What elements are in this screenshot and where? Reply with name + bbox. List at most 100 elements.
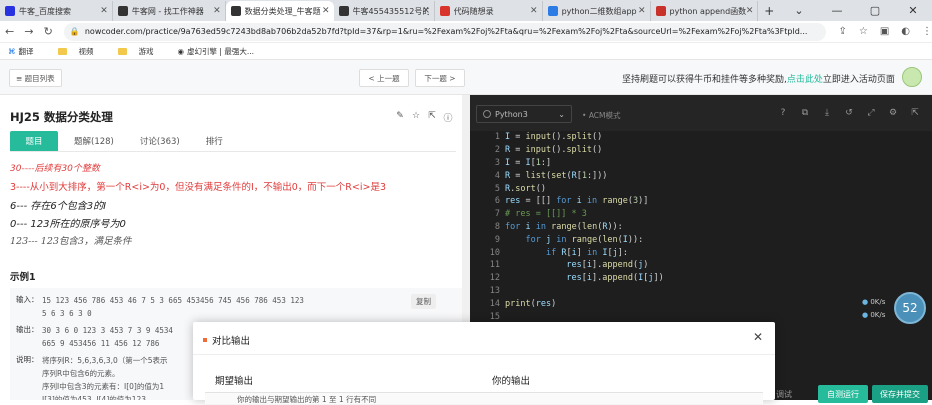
run-button[interactable]: 自测运行 (818, 385, 868, 403)
menu-icon[interactable]: ⋮ (922, 26, 932, 37)
browser-tab[interactable]: 牛客网 - 找工作神器 ✕ (113, 1, 226, 21)
diff-message: 你的输出与期望输出的第 1 至 1 行有不同 (205, 392, 763, 404)
share-icon[interactable]: ⇱ (424, 111, 440, 124)
example-output: 输出： 30 3 6 0 123 3 453 7 3 9 4534 665 9 4… (16, 325, 173, 348)
prev-question-button[interactable]: < 上一题 (359, 69, 409, 87)
code-line: 8 for i in range(len(R)): (494, 221, 623, 232)
url-field[interactable]: 🔒 nowcoder.com/practice/9a763ed59c7243bd8… (63, 22, 827, 41)
compare-output-dialog: 对比输出 ✕ 期望输出 你的输出 你的输出与期望输出的第 1 至 1 行有不同 (193, 322, 775, 404)
bookmark-video[interactable]: 视频 (57, 46, 106, 57)
lock-icon: 🔒 (69, 27, 80, 36)
chevron-down-icon: ⌄ (558, 109, 565, 119)
browser-tab[interactable]: 牛客_百度搜索 ✕ (0, 1, 113, 21)
browser-tab[interactable]: python二维数组app ✕ (543, 1, 651, 21)
code-line: 3I = I[1:] (494, 157, 552, 168)
browser-tab-active[interactable]: 数据分类处理_牛客题 ✕ (225, 1, 334, 21)
close-icon[interactable]: ✕ (753, 330, 763, 344)
browser-tab[interactable]: 代码随想录 ✕ (435, 1, 543, 21)
tab-solutions[interactable]: 题解(128) (64, 131, 124, 151)
close-icon[interactable]: ✕ (638, 6, 646, 16)
bookmark-translate[interactable]: ⌘ 翻译 (8, 46, 46, 57)
code-line: 4R = list(set(R[1:])) (494, 170, 608, 181)
close-window-button[interactable]: ✕ (894, 4, 932, 17)
tab-ranking[interactable]: 排行 (196, 131, 233, 151)
bookmark-unreal[interactable]: ◉ 虚幻引擎 | 最强大... (178, 46, 267, 57)
code-line: 1I = input().split() (494, 132, 603, 143)
back-icon[interactable]: ← (0, 25, 19, 38)
star-icon[interactable]: ☆ (408, 111, 424, 124)
share-icon[interactable]: ⇪ (838, 26, 846, 37)
language-select[interactable]: Python3 ⌄ (476, 105, 572, 123)
new-tab-button[interactable]: + (758, 1, 780, 21)
debug-button[interactable]: 调试 (776, 389, 792, 400)
upload-icon: ● (862, 298, 869, 306)
settings-icon[interactable]: ⚙ (882, 108, 904, 118)
close-icon[interactable]: ✕ (530, 6, 538, 16)
submit-button[interactable]: 保存并提交 (872, 385, 928, 403)
editor-toolbar: Python3 ⌄ • ACM模式 ? ⧉ ⤓ ↺ ⤢ ⚙ ⇱ (470, 95, 932, 131)
code-line: 6 res = [[] for i in range(3)] (494, 196, 649, 207)
desc-line: 0--- 123所在的原序号为0 (10, 219, 126, 230)
minimize-button[interactable]: — (818, 4, 856, 17)
close-icon[interactable]: ✕ (322, 6, 330, 16)
close-icon[interactable]: ✕ (746, 6, 754, 16)
sidepanel-icon[interactable]: ▣ (880, 26, 889, 37)
copy-icon[interactable]: ⧉ (794, 108, 816, 118)
unreal-icon: ◉ (177, 46, 185, 56)
question-actions: ✎ ☆ ⇱ ⓘ (392, 111, 456, 124)
editor-actions: ? ⧉ ⤓ ↺ ⤢ ⚙ ⇱ (772, 108, 926, 118)
reset-icon[interactable]: ↺ (838, 108, 860, 118)
close-icon[interactable]: ✕ (100, 6, 108, 16)
acm-mode[interactable]: • ACM模式 (582, 110, 621, 121)
close-icon[interactable]: ✕ (422, 6, 430, 16)
download-icon: ● (862, 311, 869, 319)
tab-problem[interactable]: 题目 (10, 131, 58, 151)
question-description: 30----后续有30个整数 3----从小到大排序，第一个R<i>为0，但没有… (10, 161, 458, 251)
profile-icon[interactable]: ◐ (901, 26, 910, 37)
promo-link[interactable]: 点击此处 (787, 75, 823, 85)
copy-button[interactable]: 复制 (411, 294, 436, 309)
avatar[interactable] (902, 67, 922, 87)
edit-icon[interactable]: ✎ (392, 111, 408, 124)
browser-tab[interactable]: 牛客455435512号的 ✕ (334, 1, 435, 21)
bookmark-game[interactable]: 游戏 (117, 46, 166, 57)
desc-line: 3----从小到大排序，第一个R<i>为0，但没有满足条件的I，不输出0，而下一… (10, 182, 387, 193)
browser-tab[interactable]: python append函数 ✕ (651, 1, 759, 21)
net-speed: ● 0K/s ● 0K/s (862, 298, 886, 319)
divider (10, 151, 456, 152)
nowcoder-icon (338, 6, 349, 16)
question-list-button[interactable]: ≡ 题目列表 (9, 69, 62, 87)
fullscreen-icon[interactable]: ⤢ (860, 108, 882, 118)
bookmark-star-icon[interactable]: ☆ (859, 26, 868, 37)
example-note: 说明： 将序列R：5,6,3,6,3,0（第一个5表示 序列R中包含6的元素。 序… (16, 355, 168, 400)
tab-search-button[interactable]: ⌄ (780, 4, 818, 17)
next-question-button[interactable]: 下一题 > (415, 69, 465, 87)
code-line: 7 # res = [[]] * 3 (494, 209, 587, 220)
divider (193, 354, 775, 355)
code-line: 9 for j in range(len(I)): (494, 234, 644, 245)
score-badge[interactable]: 52 (894, 292, 926, 324)
forward-icon[interactable]: → (19, 25, 38, 38)
code-line: 10 if R[i] in I[j]: (489, 247, 628, 258)
download-icon[interactable]: ⤓ (816, 108, 838, 118)
baidu-icon (5, 6, 15, 16)
desc-line: 123--- 123包含3，满足条件 (10, 236, 132, 247)
csdn-icon (655, 6, 666, 16)
bookmarks-bar: ⌘ 翻译 视频 游戏 ◉ 虚幻引擎 | 最强大... (0, 43, 932, 60)
code-line: 12 res[i].append(I[j]) (489, 273, 664, 284)
close-icon[interactable]: ✕ (213, 6, 221, 16)
site-icon (547, 6, 558, 16)
site-icon (439, 6, 450, 16)
code-area[interactable]: 1I = input().split() 2R = input().split(… (470, 131, 932, 323)
tab-discussion[interactable]: 讨论(363) (130, 131, 190, 151)
info-icon[interactable]: ⓘ (440, 111, 456, 124)
reload-icon[interactable]: ↻ (39, 25, 58, 38)
code-line: 2R = input().split() (494, 145, 603, 156)
expand-icon[interactable]: ⇱ (904, 108, 926, 118)
page-title: HJ25 数据分类处理 (10, 110, 113, 124)
python-icon (483, 110, 491, 118)
help-icon[interactable]: ? (772, 108, 794, 118)
maximize-button[interactable]: ▢ (856, 4, 894, 17)
window-controls: ⌄ — ▢ ✕ (780, 0, 932, 21)
desc-line: 6--- 存在6个包含3的I (10, 201, 107, 212)
